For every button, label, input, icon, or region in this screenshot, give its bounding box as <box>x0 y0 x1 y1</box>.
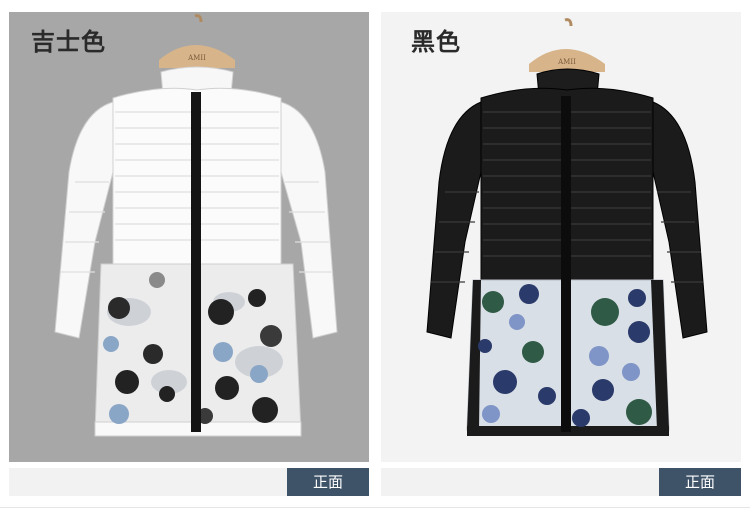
view-tag-front: 正面 <box>659 468 741 496</box>
product-photo-black: AMII 黑色 <box>381 12 741 462</box>
hanger-brand-label: AMII <box>187 54 206 62</box>
hanger-brand-label: AMII <box>557 58 576 66</box>
view-strip-cream: 正面 <box>9 468 369 496</box>
hanger-icon: AMII <box>529 18 605 72</box>
product-photo-cream: AMII 吉士色 <box>9 12 369 462</box>
hanger-icon: AMII <box>159 14 235 68</box>
divider <box>0 507 750 508</box>
color-label-cream: 吉士色 <box>31 28 106 56</box>
view-tag-front: 正面 <box>287 468 369 496</box>
color-label-black: 黑色 <box>411 28 461 56</box>
black-coat-image: AMII <box>426 18 708 436</box>
view-strip-black: 正面 <box>381 468 741 496</box>
cream-coat-image: AMII <box>54 14 338 437</box>
